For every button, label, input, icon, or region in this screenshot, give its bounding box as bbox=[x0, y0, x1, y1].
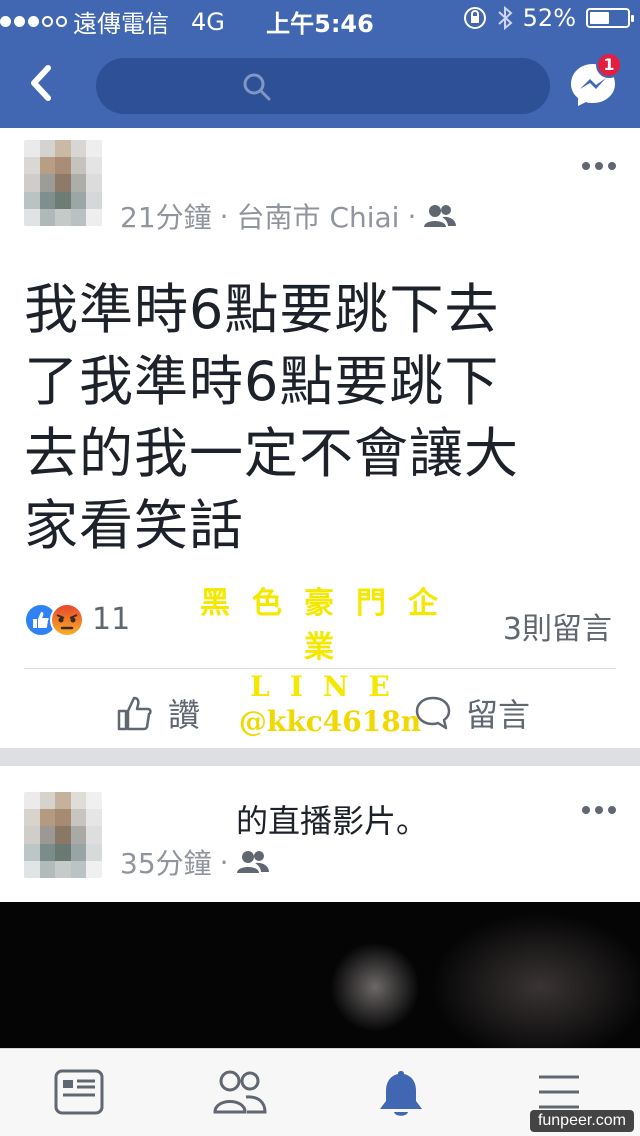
battery-percent: 52% bbox=[522, 4, 576, 32]
post-text-line: 我準時6點要跳下去 bbox=[24, 278, 500, 341]
friends-icon bbox=[213, 1070, 267, 1114]
watermark-line: 黑色豪門企業 bbox=[200, 586, 460, 665]
site-credit: funpeer.com bbox=[529, 1110, 634, 1132]
status-right: 52% bbox=[463, 4, 634, 32]
top-navigation: 1 bbox=[0, 40, 640, 128]
bluetooth-icon bbox=[497, 5, 513, 31]
post-time: 35分鐘 bbox=[120, 847, 212, 880]
rotation-lock-icon bbox=[463, 7, 486, 29]
post-text-line: 了我準時6點要跳下 bbox=[24, 350, 500, 413]
tab-news-feed[interactable] bbox=[52, 1067, 112, 1121]
reactions-summary[interactable]: 11 bbox=[24, 602, 130, 637]
comment-count[interactable]: 3則留言 bbox=[503, 604, 612, 648]
post-meta: 21分鐘 · 台南市 Chiai · bbox=[120, 196, 457, 236]
post-location[interactable]: 台南市 Chiai bbox=[237, 196, 400, 236]
back-button[interactable] bbox=[22, 58, 62, 108]
video-player[interactable] bbox=[0, 902, 640, 1052]
tab-notifications[interactable] bbox=[374, 1067, 434, 1121]
post-text-line: 去的我一定不會讓大 bbox=[24, 422, 519, 485]
battery-icon bbox=[586, 8, 634, 28]
watermark-line: @kkc4618n bbox=[238, 705, 422, 738]
feed-post: 的直播影片。 35分鐘 · bbox=[0, 766, 640, 1056]
post-time: 21分鐘 bbox=[120, 201, 212, 234]
search-bar[interactable] bbox=[96, 58, 550, 114]
notification-badge: 1 bbox=[596, 52, 622, 78]
avatar[interactable] bbox=[24, 140, 102, 226]
post-text: 的直播影片。 bbox=[236, 802, 429, 840]
watermark: 黑色豪門企業 LINE @kkc4618n bbox=[180, 578, 480, 738]
search-icon bbox=[243, 73, 271, 101]
post-meta: 35分鐘 · bbox=[120, 842, 269, 882]
friends-audience-icon bbox=[236, 851, 269, 873]
more-options-button[interactable] bbox=[582, 160, 616, 172]
avatar[interactable] bbox=[24, 792, 102, 878]
thumbs-up-icon bbox=[117, 696, 152, 731]
tab-friends[interactable] bbox=[212, 1067, 272, 1121]
bottom-tab-bar: funpeer.com bbox=[0, 1048, 640, 1136]
post-text: 我準時6點要跳下去 了我準時6點要跳下 去的我一定不會讓大 家看笑話 bbox=[24, 274, 614, 562]
search-input[interactable] bbox=[286, 68, 526, 104]
back-icon bbox=[31, 65, 51, 101]
status-bar: 遠傳電信 4G 上午5:46 52% bbox=[0, 0, 640, 40]
more-options-button[interactable] bbox=[582, 804, 616, 816]
news-feed-icon bbox=[54, 1069, 104, 1115]
notifications-icon bbox=[380, 1071, 422, 1116]
angry-reaction-icon bbox=[50, 602, 84, 637]
post-text-line: 家看笑話 bbox=[24, 494, 244, 557]
friends-audience-icon bbox=[424, 205, 457, 227]
watermark-line: LINE bbox=[250, 670, 410, 703]
feed-separator bbox=[0, 748, 640, 766]
reaction-count: 11 bbox=[92, 602, 131, 637]
